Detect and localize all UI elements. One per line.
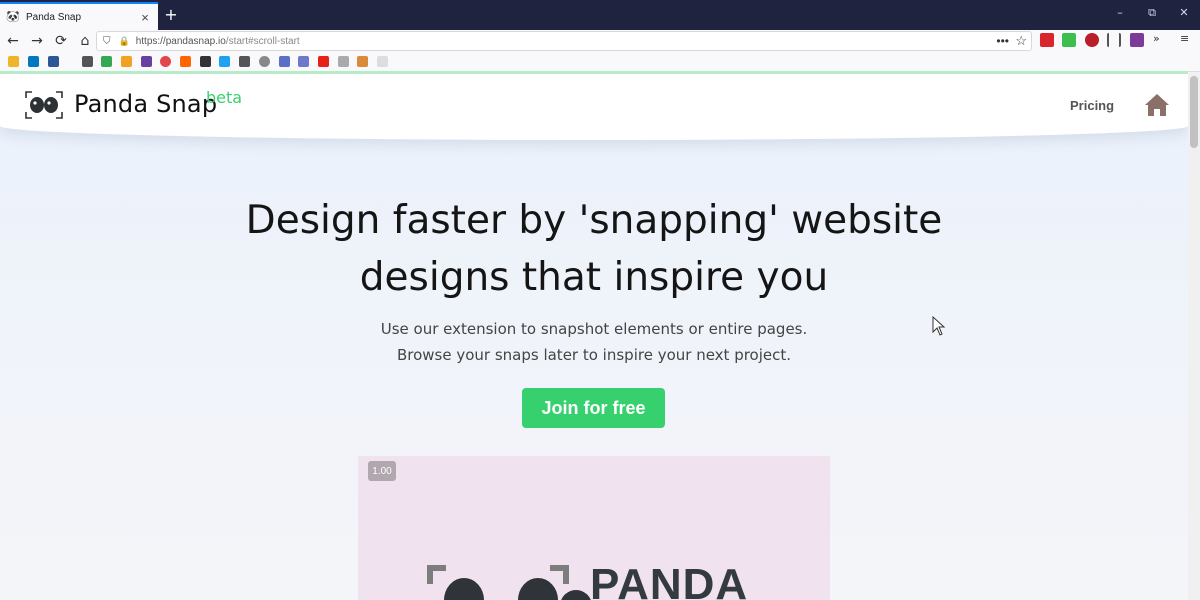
browser-tab[interactable]: 🐼 Panda Snap × <box>0 2 158 30</box>
extension-red-icon[interactable] <box>1040 33 1054 47</box>
panda-favicon-icon: 🐼 <box>6 11 20 23</box>
zoom-badge: 1.00 <box>368 461 396 481</box>
bookmark-trello-icon[interactable] <box>28 56 39 67</box>
library-icon[interactable] <box>1107 33 1121 47</box>
join-for-free-button[interactable]: Join for free <box>522 388 665 428</box>
bookmark-icon[interactable] <box>160 56 171 67</box>
site-header: Panda Snap beta Pricing <box>0 74 1188 140</box>
panda-logo-icon[interactable] <box>24 90 64 120</box>
tab-title: Panda Snap <box>26 11 82 23</box>
bookmark-twitter-icon[interactable] <box>219 56 230 67</box>
bookmark-icon[interactable] <box>8 56 19 67</box>
page-viewport: Panda Snap beta Pricing Design faster by… <box>0 74 1188 600</box>
shield-icon[interactable]: ⛉ <box>103 36 111 47</box>
bookmark-google-icon[interactable] <box>338 56 349 67</box>
bookmark-apple-icon[interactable] <box>239 56 250 67</box>
url-host: https://pandasnap.io <box>135 35 226 47</box>
nav-pricing-link[interactable]: Pricing <box>1070 98 1114 113</box>
extension-purple-icon[interactable] <box>1130 33 1144 47</box>
hero-subtitle: Use our extension to snapshot elements o… <box>294 316 894 368</box>
bookmarks-toolbar <box>0 52 1200 72</box>
address-bar[interactable]: ⛉ 🔒 https://pandasnap.io/start#scroll-st… <box>96 31 1032 51</box>
beta-label: beta <box>206 88 243 107</box>
bookmark-ycombinator-icon[interactable] <box>180 56 191 67</box>
bookmark-youtube-icon[interactable] <box>318 56 329 67</box>
minimize-button[interactable]: – <box>1110 6 1130 19</box>
reload-button[interactable]: ⟳ <box>50 30 72 52</box>
lock-icon[interactable]: 🔒 <box>119 36 130 47</box>
mouse-cursor-icon <box>932 316 946 336</box>
bookmark-icon[interactable] <box>298 56 309 67</box>
bookmark-analytics-icon[interactable] <box>121 56 132 67</box>
hamburger-menu-icon[interactable]: ≡ <box>1180 32 1189 45</box>
bookmark-icon[interactable] <box>259 56 270 67</box>
restore-button[interactable]: ⧉ <box>1142 6 1162 20</box>
bookmark-icon[interactable] <box>200 56 211 67</box>
page-scrollbar[interactable] <box>1188 74 1200 600</box>
bookmark-icon[interactable] <box>357 56 368 67</box>
forward-button[interactable]: → <box>26 30 48 52</box>
bookmark-icon[interactable] <box>141 56 152 67</box>
bookmark-flag-icon[interactable] <box>82 56 93 67</box>
new-tab-button[interactable]: + <box>163 5 179 24</box>
home-icon[interactable] <box>1144 93 1170 117</box>
extension-ublock-icon[interactable] <box>1085 33 1099 47</box>
hero-title: Design faster by 'snapping' website desi… <box>245 198 943 300</box>
tab-close-icon[interactable]: × <box>138 10 152 25</box>
home-button[interactable]: ⌂ <box>74 30 96 52</box>
bookmark-icon[interactable] <box>377 56 388 67</box>
close-window-button[interactable]: ✕ <box>1174 6 1194 19</box>
bookmark-play-icon[interactable] <box>101 56 112 67</box>
hero-subtitle-line: Use our extension to snapshot elements o… <box>380 320 808 338</box>
bookmark-icon[interactable] <box>48 56 59 67</box>
hero-subtitle-line: Browse your snaps later to inspire your … <box>396 346 792 364</box>
brand-name[interactable]: Panda Snap <box>74 90 217 118</box>
page-actions-icon[interactable]: ••• <box>996 34 1009 48</box>
bookmark-icon[interactable] <box>279 56 290 67</box>
bookmark-star-icon[interactable]: ☆ <box>1015 33 1027 49</box>
demo-preview: 1.00 PANDA <box>358 456 830 600</box>
preview-wordmark: PANDA <box>590 560 749 600</box>
overflow-menu-icon[interactable]: » <box>1153 32 1160 45</box>
back-button[interactable]: ← <box>2 30 24 52</box>
scrollbar-thumb[interactable] <box>1190 76 1198 148</box>
url-path: /start#scroll-start <box>225 35 300 47</box>
browser-tab-bar: 🐼 Panda Snap × + – ⧉ ✕ <box>0 0 1200 30</box>
extension-green-icon[interactable] <box>1062 33 1076 47</box>
browser-nav-bar: ← → ⟳ ⌂ ⛉ 🔒 https://pandasnap.io/start#s… <box>0 30 1200 52</box>
